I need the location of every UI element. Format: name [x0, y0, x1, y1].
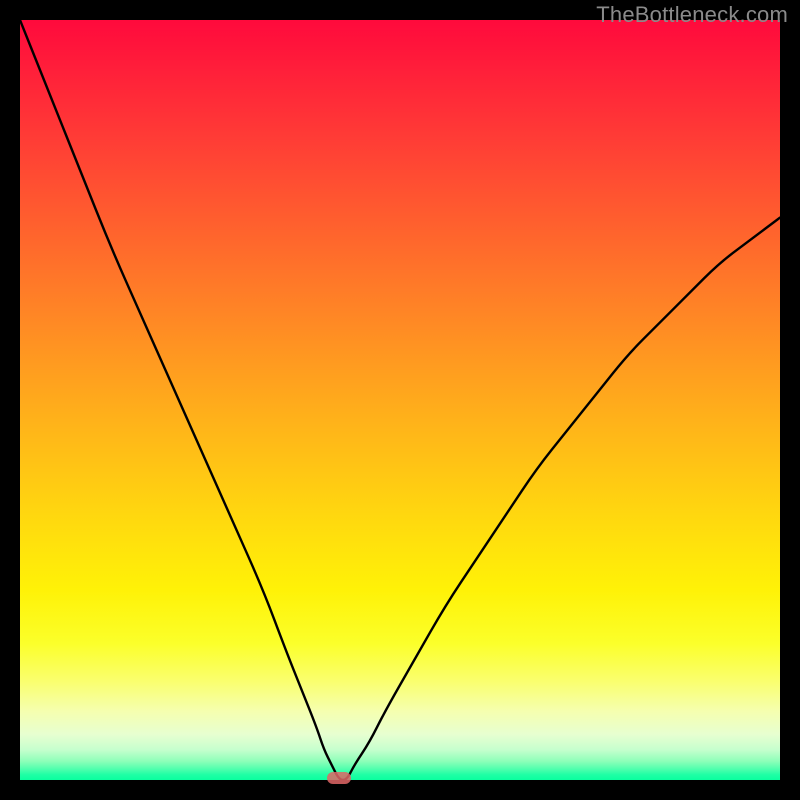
optimal-marker	[327, 772, 351, 784]
plot-area	[20, 20, 780, 780]
chart-frame: TheBottleneck.com	[0, 0, 800, 800]
bottleneck-curve	[20, 20, 780, 780]
watermark-text: TheBottleneck.com	[596, 2, 788, 28]
